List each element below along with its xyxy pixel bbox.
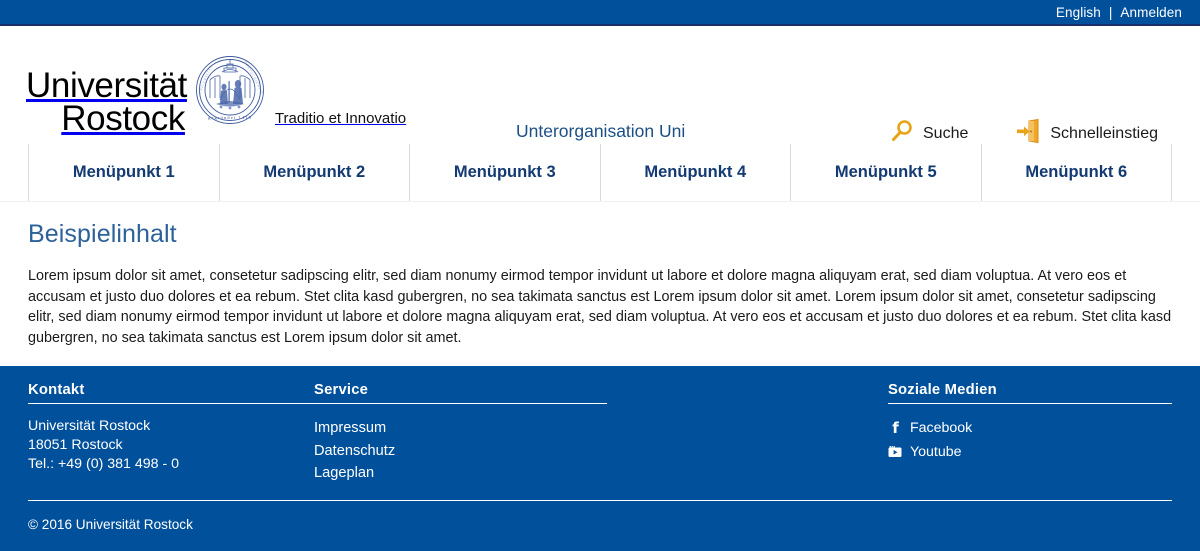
nav-item-3[interactable]: Menüpunkt 3 [409, 144, 600, 201]
facebook-icon: f [892, 419, 899, 437]
organisation-title: Unterorganisation Uni [516, 121, 686, 141]
footer-contact-heading: Kontakt [28, 382, 85, 398]
nav-item-2[interactable]: Menüpunkt 2 [218, 144, 410, 201]
nav-item-1[interactable]: Menüpunkt 1 [28, 144, 219, 201]
nav-item-6[interactable]: Menüpunkt 6 [980, 144, 1172, 201]
footer-contact-line-2: 18051 Rostock [28, 437, 123, 453]
youtube-label: Youtube [909, 443, 962, 460]
footer-contact-rule [28, 403, 314, 404]
language-switch-link[interactable]: English [1056, 5, 1101, 20]
footer-social-heading: Soziale Medien [887, 382, 997, 398]
quick-access-button[interactable]: Schnelleinstieg [1014, 118, 1158, 149]
footer-service-heading: Service [314, 382, 369, 398]
logo-line-2: Rostock [61, 99, 185, 139]
nav-item-5[interactable]: Menüpunkt 5 [790, 144, 981, 201]
copyright-text: © 2016 Universität Rostock [28, 517, 193, 532]
footer-link-youtube[interactable]: Youtube [888, 441, 1172, 465]
footer-contact-line-1: Universität Rostock [28, 418, 151, 434]
content-paragraph: Lorem ipsum dolor sit amet, consetetur s… [28, 268, 1172, 346]
youtube-icon [888, 446, 903, 458]
facebook-label: Facebook [909, 420, 973, 436]
door-enter-icon [1014, 118, 1042, 149]
logo-wordmark: Universität Rostock [26, 65, 187, 139]
footer-social-rule [887, 403, 1172, 404]
seal-founded-text: gegründet 1419 [208, 115, 252, 120]
page-root: English | Anmelden Universität Rostock g… [0, 0, 1200, 551]
footer-link-lageplan[interactable]: Lageplan [314, 462, 888, 485]
footer-link-facebook[interactable]: f Facebook [888, 417, 1172, 441]
site-footer: Kontakt Universität Rostock 18051 Rostoc… [0, 366, 1200, 551]
footer-columns: Kontakt Universität Rostock 18051 Rostoc… [28, 382, 1172, 500]
logo-tagline: Traditio et Innovatio [274, 110, 407, 127]
search-button[interactable]: Suche [889, 118, 968, 149]
main-content: Beispielinhalt Lorem ipsum dolor sit ame… [0, 202, 1200, 361]
site-logo[interactable]: Universität Rostock gegründet 1419 U N I… [26, 54, 406, 136]
topbar-separator: | [1108, 4, 1113, 20]
footer-link-datenschutz[interactable]: Datenschutz [314, 440, 888, 463]
search-icon [889, 118, 915, 149]
search-label: Suche [923, 124, 969, 142]
footer-contact-line-3: Tel.: +49 (0) 381 498 - 0 [28, 456, 180, 472]
page-title: Beispielinhalt [28, 220, 177, 248]
footer-service-rule [314, 403, 607, 404]
header-actions: Suche Schnelleinstieg [889, 118, 1158, 149]
footer-column-social: Soziale Medien f Facebook Youtube [887, 382, 1172, 500]
nav-item-4[interactable]: Menüpunkt 4 [599, 144, 791, 201]
login-link[interactable]: Anmelden [1120, 5, 1182, 20]
footer-link-impressum[interactable]: Impressum [314, 417, 888, 440]
site-header: Universität Rostock gegründet 1419 U N I… [0, 26, 1200, 144]
footer-column-service: Service Impressum Datenschutz Lageplan [314, 382, 888, 500]
logo-line-1: Universität [26, 65, 187, 105]
top-utility-bar: English | Anmelden [0, 0, 1200, 26]
quick-access-label: Schnelleinstieg [1050, 124, 1158, 142]
footer-column-contact: Kontakt Universität Rostock 18051 Rostoc… [28, 382, 314, 500]
university-seal: gegründet 1419 U N I V E R S I T A S R O… [194, 54, 266, 135]
main-navigation: Menüpunkt 1 Menüpunkt 2 Menüpunkt 3 Menü… [0, 144, 1200, 202]
